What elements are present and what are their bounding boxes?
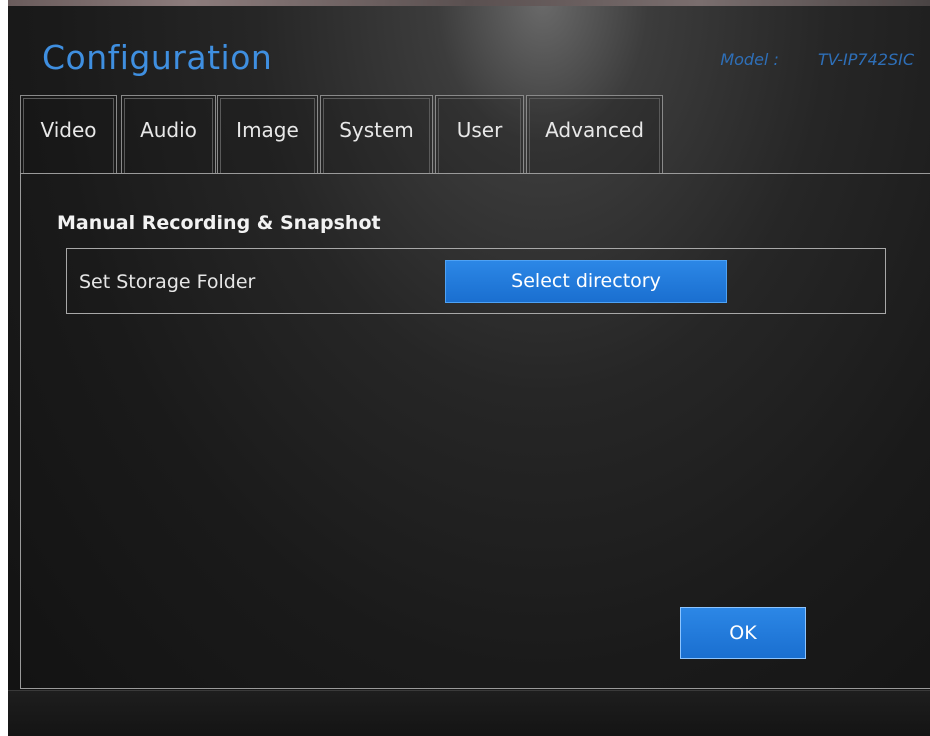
section-title: Manual Recording & Snapshot: [57, 212, 381, 234]
tab-image[interactable]: Image: [217, 95, 318, 173]
top-strip: [8, 0, 930, 6]
tab-audio[interactable]: Audio: [121, 95, 216, 173]
tab-system[interactable]: System: [320, 95, 433, 173]
model-value: TV-IP742SIC: [817, 50, 914, 69]
select-directory-button[interactable]: Select directory: [445, 260, 727, 303]
ok-button[interactable]: OK: [680, 607, 806, 659]
page-title: Configuration: [42, 38, 273, 77]
tab-user[interactable]: User: [435, 95, 524, 173]
storage-folder-label: Set Storage Folder: [79, 271, 256, 293]
storage-folder-row: Set Storage Folder Select directory: [66, 248, 886, 314]
tab-advanced[interactable]: Advanced: [526, 95, 663, 173]
status-bar: [8, 690, 930, 736]
configuration-window: Configuration Model : TV-IP742SIC Video …: [8, 0, 930, 736]
model-info: Model : TV-IP742SIC: [720, 50, 914, 69]
tab-video[interactable]: Video: [20, 95, 117, 173]
model-label: Model :: [720, 50, 779, 69]
